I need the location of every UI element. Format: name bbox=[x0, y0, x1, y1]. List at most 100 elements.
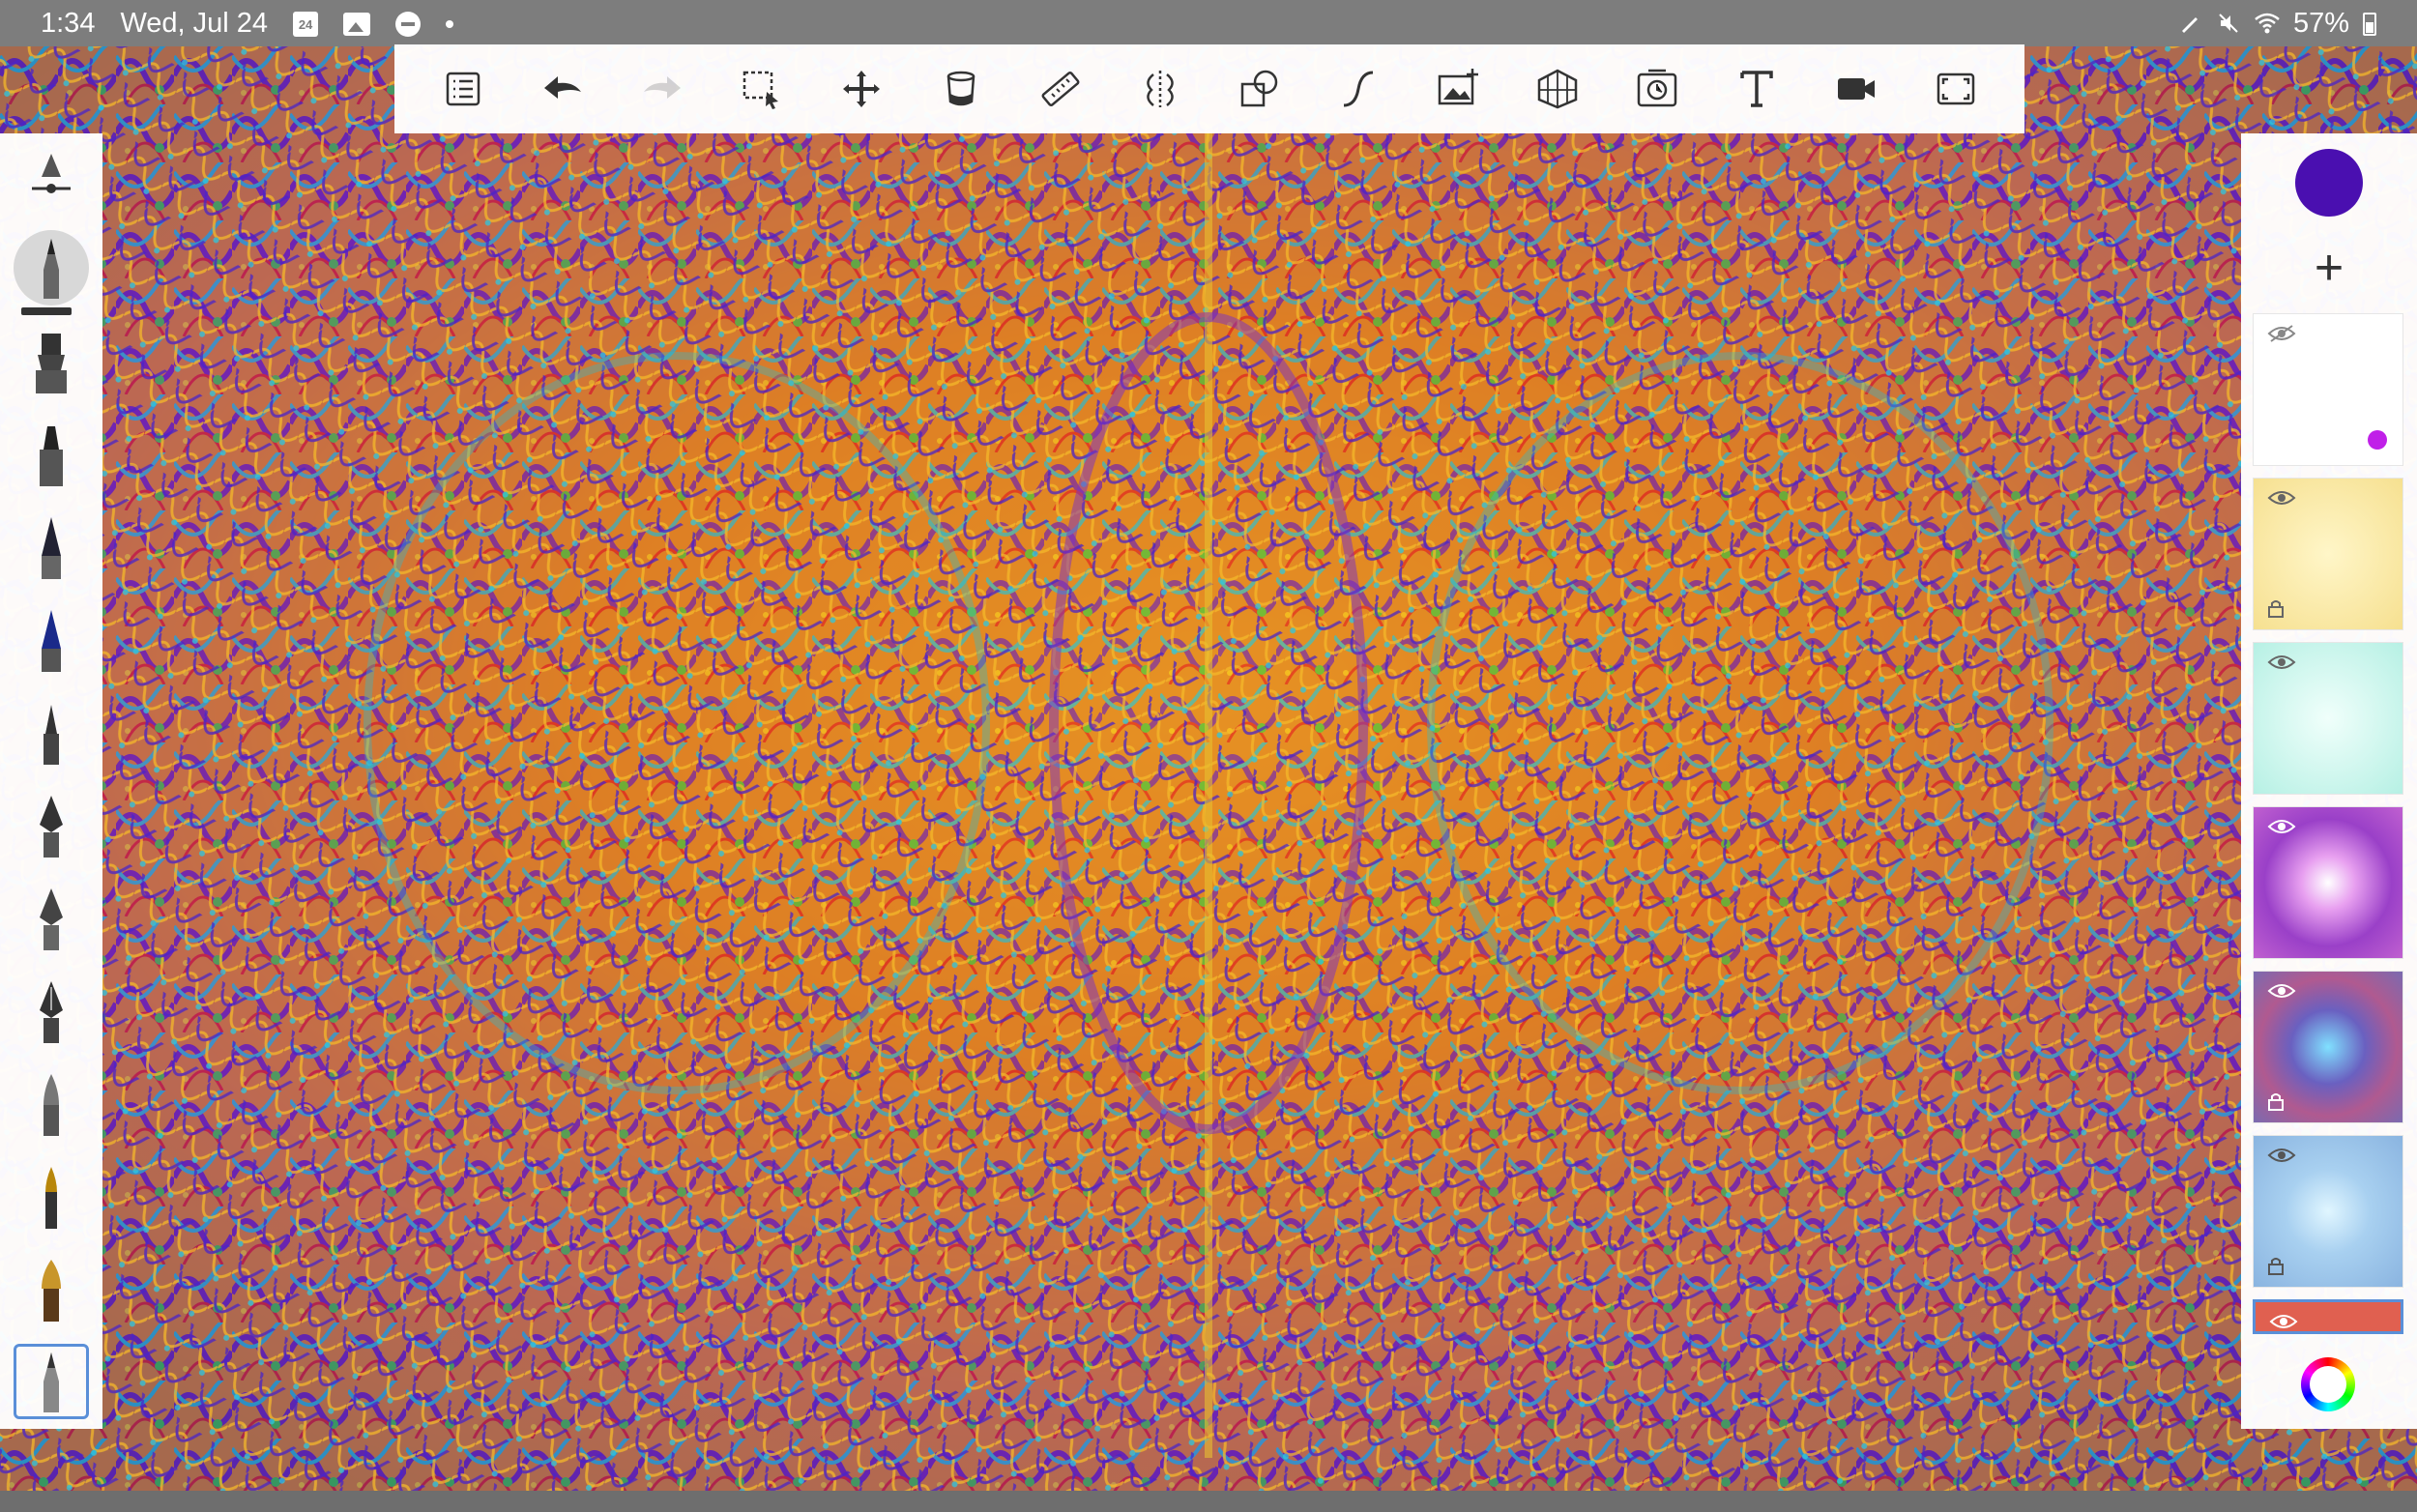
fullscreen-button[interactable] bbox=[1929, 62, 1983, 116]
curve-icon bbox=[1344, 71, 1374, 107]
layer-color-marker bbox=[2368, 430, 2387, 450]
redo-button[interactable] bbox=[635, 62, 689, 116]
shapes-icon bbox=[1241, 70, 1278, 107]
wifi-icon bbox=[2255, 12, 2280, 37]
brush-size-slider[interactable] bbox=[21, 307, 72, 315]
eraser-icon bbox=[44, 1352, 59, 1412]
selection-icon bbox=[743, 71, 779, 109]
undo-button[interactable] bbox=[536, 62, 590, 116]
ballpoint-tool[interactable] bbox=[14, 510, 89, 586]
curve-button[interactable] bbox=[1331, 62, 1385, 116]
pencil-icon bbox=[44, 239, 59, 299]
calligraphy-pen-tool[interactable] bbox=[14, 789, 89, 864]
transform-button[interactable] bbox=[834, 62, 888, 116]
eye-icon[interactable] bbox=[2267, 1146, 2296, 1165]
status-bar: 1:34 Wed, Jul 24 24 57% bbox=[0, 0, 2417, 46]
fineliner-tool[interactable] bbox=[14, 603, 89, 679]
perspective-grid-icon bbox=[1537, 69, 1578, 109]
ruler-icon bbox=[1041, 71, 1080, 107]
brush-pen-tool[interactable] bbox=[14, 1067, 89, 1143]
ink-pen-tool[interactable] bbox=[14, 696, 89, 771]
battery-icon bbox=[2363, 12, 2376, 36]
layer-thumbnail-5[interactable] bbox=[2253, 971, 2403, 1123]
marker-tool[interactable] bbox=[14, 325, 89, 400]
clock: 1:34 bbox=[41, 8, 96, 39]
record-button[interactable] bbox=[1829, 62, 1883, 116]
move-icon bbox=[842, 71, 880, 107]
image-add-icon bbox=[1438, 69, 1479, 105]
fill-button[interactable] bbox=[934, 62, 988, 116]
lock-icon bbox=[2268, 1258, 2284, 1275]
eye-icon[interactable] bbox=[2267, 488, 2296, 508]
eraser-tool[interactable] bbox=[14, 1344, 89, 1419]
more-notifications-icon bbox=[446, 19, 454, 28]
date: Wed, Jul 24 bbox=[120, 8, 269, 39]
text-button[interactable] bbox=[1730, 62, 1784, 116]
lock-icon bbox=[2268, 600, 2284, 618]
fountain-pen-icon bbox=[40, 981, 63, 1043]
calendar-icon: 24 bbox=[293, 11, 319, 37]
marker-icon bbox=[36, 334, 67, 393]
airbrush-tool[interactable] bbox=[14, 147, 89, 222]
time-lapse-button[interactable] bbox=[1630, 62, 1684, 116]
fountain-pen-tool[interactable] bbox=[14, 974, 89, 1050]
text-icon bbox=[1740, 71, 1773, 107]
paint-brush-tool[interactable] bbox=[14, 1160, 89, 1236]
drawing-canvas[interactable] bbox=[0, 46, 2417, 1491]
mute-icon bbox=[2216, 12, 2241, 37]
current-color-swatch[interactable] bbox=[2295, 149, 2363, 217]
brush-palette bbox=[0, 133, 102, 1429]
do-not-disturb-icon bbox=[395, 11, 422, 37]
color-wheel-button[interactable] bbox=[2301, 1357, 2355, 1411]
video-icon bbox=[1837, 78, 1875, 100]
paint-brush-wide-icon bbox=[42, 1260, 61, 1322]
airbrush-icon bbox=[32, 154, 71, 193]
artwork bbox=[0, 46, 2417, 1491]
symmetry-icon bbox=[1146, 71, 1174, 107]
eye-icon[interactable] bbox=[2267, 653, 2296, 672]
layer-thumbnail-4[interactable] bbox=[2253, 806, 2403, 959]
undo-icon bbox=[544, 76, 582, 99]
felt-tip-icon bbox=[40, 426, 63, 486]
timelapse-icon bbox=[1637, 69, 1677, 107]
fineliner-icon bbox=[42, 610, 61, 672]
eye-icon[interactable] bbox=[2267, 981, 2296, 1001]
fullscreen-icon bbox=[1937, 73, 1974, 105]
import-image-button[interactable] bbox=[1431, 62, 1485, 116]
hidden-eye-icon[interactable] bbox=[2267, 324, 2296, 343]
pencil-tool[interactable] bbox=[14, 230, 89, 305]
top-toolbar bbox=[394, 44, 2024, 133]
gallery-icon bbox=[343, 12, 371, 36]
layer-thumbnail-3[interactable] bbox=[2253, 642, 2403, 795]
layer-thumbnail-2[interactable] bbox=[2253, 478, 2403, 630]
pen-icon bbox=[2177, 12, 2202, 37]
felt-tip-tool[interactable] bbox=[14, 418, 89, 493]
ruler-button[interactable] bbox=[1034, 62, 1088, 116]
layer-thumbnail-6[interactable] bbox=[2253, 1135, 2403, 1288]
paint-brush-wide-tool[interactable] bbox=[14, 1253, 89, 1328]
perspective-button[interactable] bbox=[1530, 62, 1585, 116]
bottom-edge bbox=[0, 1491, 2417, 1512]
list-icon bbox=[447, 72, 480, 106]
layer-thumbnail-1[interactable] bbox=[2253, 313, 2403, 466]
eye-icon[interactable] bbox=[2269, 1312, 2298, 1331]
add-layer-button[interactable]: + bbox=[2299, 238, 2359, 298]
technical-pen-icon bbox=[40, 888, 63, 950]
paint-brush-icon bbox=[45, 1167, 57, 1229]
brush-pen-icon bbox=[44, 1074, 59, 1136]
redo-icon bbox=[644, 76, 682, 99]
shapes-button[interactable] bbox=[1232, 62, 1286, 116]
ballpoint-icon bbox=[42, 517, 61, 579]
layer-thumbnail-7[interactable] bbox=[2253, 1299, 2403, 1334]
eye-icon[interactable] bbox=[2267, 817, 2296, 836]
layers-menu-button[interactable] bbox=[436, 62, 490, 116]
battery-percent: 57% bbox=[2292, 8, 2349, 39]
layers-panel: + bbox=[2241, 133, 2417, 1429]
technical-pen-tool[interactable] bbox=[14, 882, 89, 957]
ink-pen-icon bbox=[44, 705, 59, 765]
bucket-icon bbox=[946, 71, 976, 106]
calligraphy-pen-icon bbox=[40, 796, 63, 858]
selection-button[interactable] bbox=[735, 62, 789, 116]
lock-icon bbox=[2268, 1093, 2284, 1111]
symmetry-button[interactable] bbox=[1133, 62, 1187, 116]
